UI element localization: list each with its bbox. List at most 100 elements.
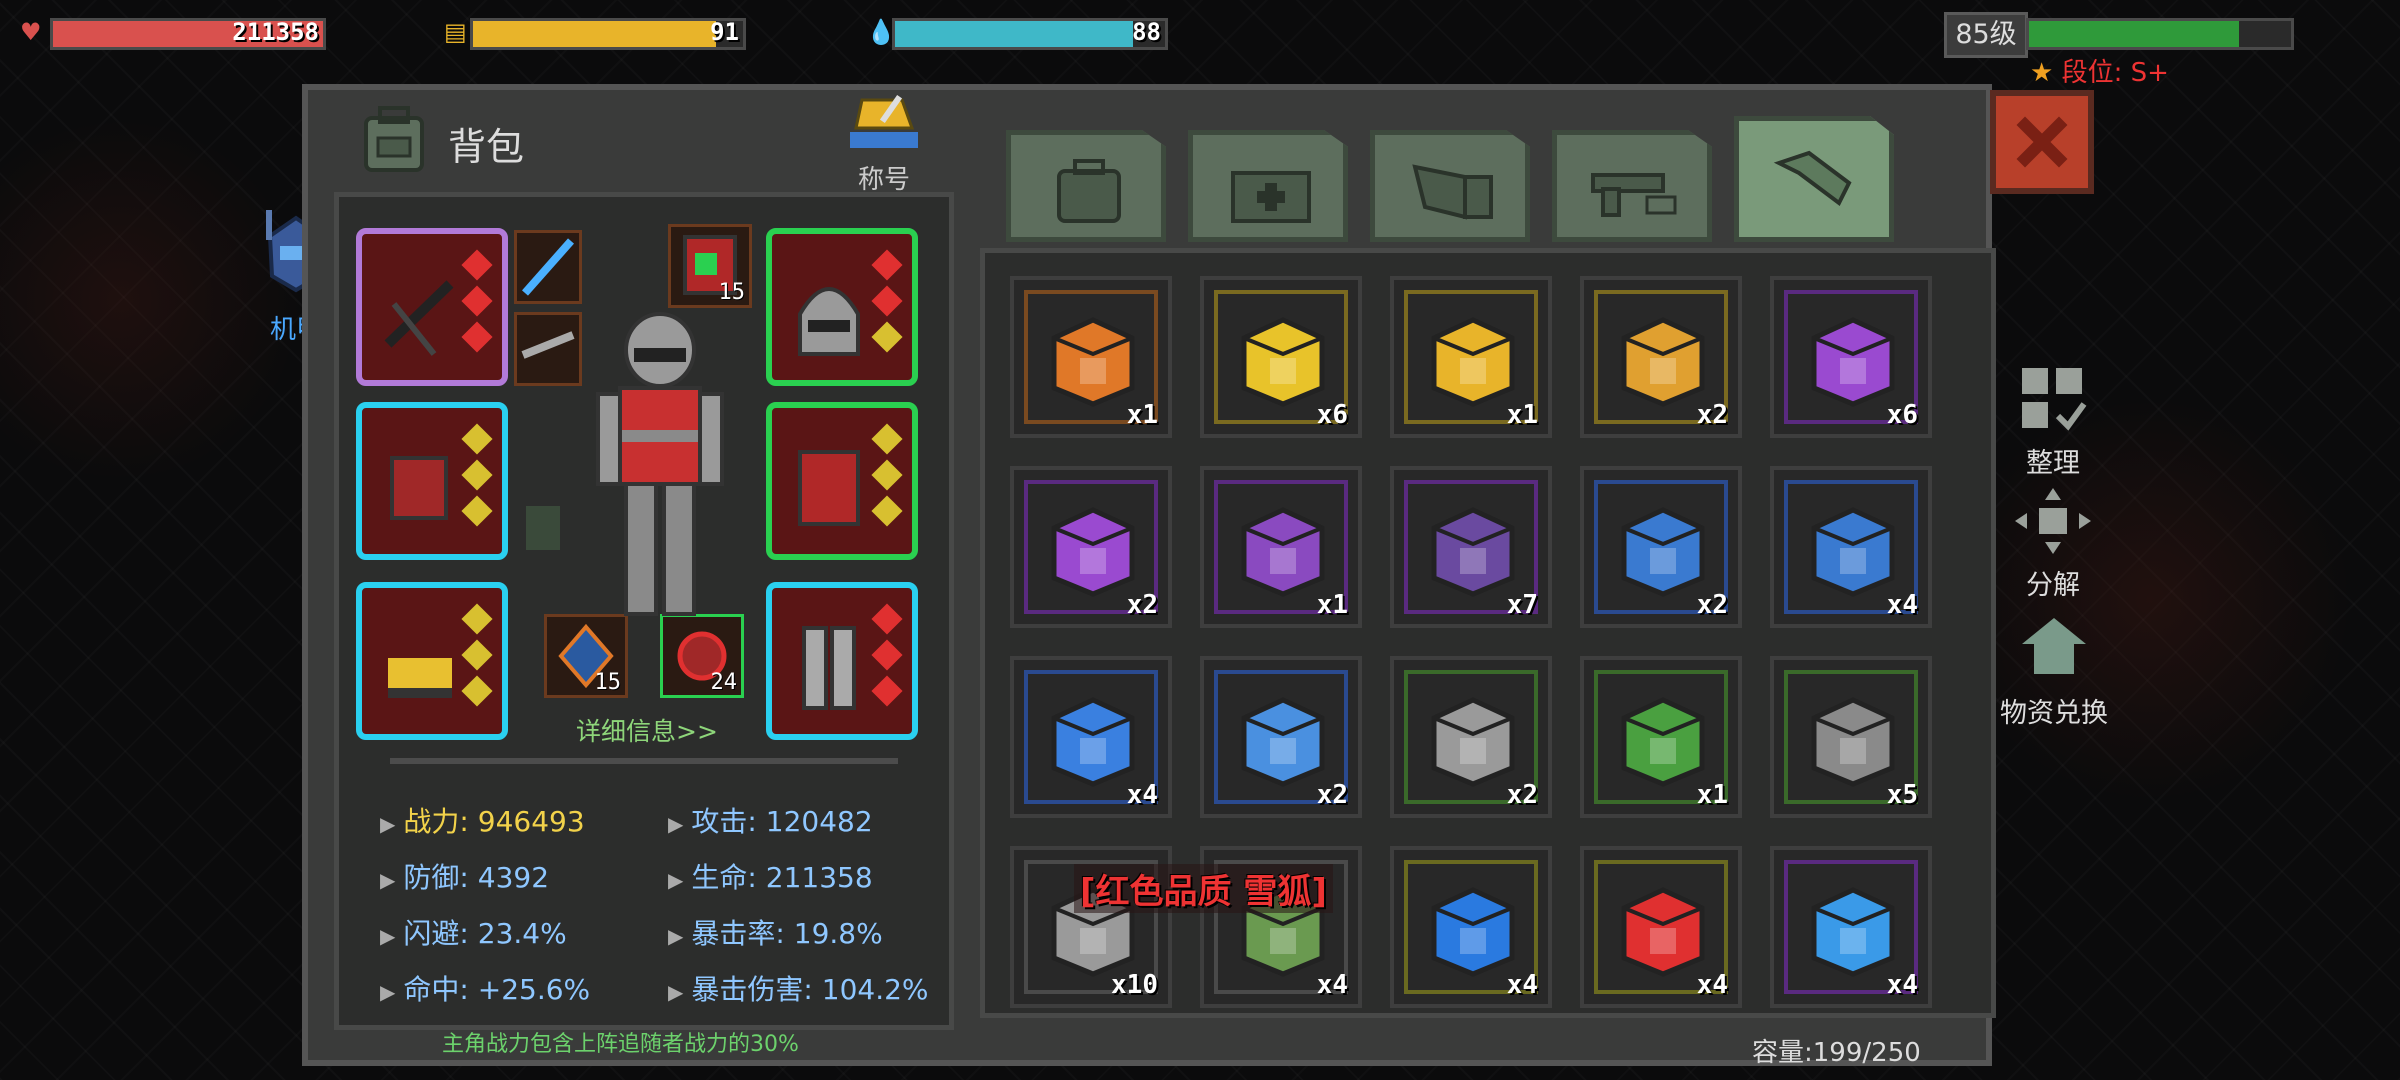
tab-materials[interactable]	[1734, 116, 1894, 242]
item-quantity: x6	[1316, 400, 1348, 430]
gem-icon	[461, 285, 493, 317]
boots-icon	[388, 658, 452, 698]
item-icon	[1431, 507, 1515, 597]
tab-medkit[interactable]	[1188, 130, 1348, 242]
equip-slot-gloves[interactable]	[356, 402, 508, 560]
close-button[interactable]	[1990, 90, 2094, 194]
item-icon	[1811, 507, 1895, 597]
inventory-slot[interactable]: x5	[1770, 656, 1932, 818]
sort-button[interactable]: 整理	[2000, 364, 2106, 480]
stat-defense: ▶ 防御: 4392	[380, 861, 550, 894]
chest-armor-icon	[798, 450, 860, 526]
gem-icon	[871, 321, 903, 353]
inventory-slot[interactable]: x6	[1200, 276, 1362, 438]
inventory-slot[interactable]: x1	[1200, 466, 1362, 628]
gem-icon	[461, 603, 493, 635]
food-value: 91	[710, 18, 739, 46]
level-badge: 85级	[1944, 12, 2028, 58]
equip-sub-sword[interactable]	[514, 230, 582, 304]
sort-grid-icon	[2022, 368, 2087, 431]
equip-sub-backpack[interactable]: 15	[668, 224, 752, 308]
dismantle-button[interactable]: 分解	[2000, 486, 2106, 602]
title-badge-button[interactable]: 称号	[842, 92, 926, 196]
rank-label: ★ 段位: S+	[2030, 52, 2169, 89]
exp-bar	[2026, 18, 2294, 50]
title-badge-label: 称号	[857, 165, 910, 195]
tab-weapons[interactable]	[1552, 130, 1712, 242]
inventory-slot[interactable]: x4	[1770, 846, 1932, 1008]
item-icon	[1241, 317, 1325, 407]
item-quantity: x10	[1111, 970, 1158, 1000]
hp-bar: 211358	[50, 18, 326, 50]
tab-armor[interactable]	[1370, 130, 1530, 242]
inventory-slot[interactable]: x2	[1580, 276, 1742, 438]
inventory-slot[interactable]: x1	[1390, 276, 1552, 438]
equip-slot-legs[interactable]	[766, 582, 918, 740]
inventory-slot[interactable]: x7	[1390, 466, 1552, 628]
stat-crit-rate: ▶ 暴击率: 19.8%	[668, 917, 883, 950]
item-icon	[1431, 697, 1515, 787]
equip-slot-armor[interactable]	[766, 402, 918, 560]
tab-backpack[interactable]	[1006, 130, 1166, 242]
exchange-label: 物资兑换	[2000, 698, 2108, 729]
item-quantity: x1	[1126, 400, 1158, 430]
crossbow-icon	[384, 280, 454, 356]
inventory-slot[interactable]: x1	[1010, 276, 1172, 438]
item-quantity: x4	[1316, 970, 1348, 1000]
gem-icon	[871, 249, 903, 281]
inventory-slot[interactable]: x2	[1200, 656, 1362, 818]
inventory-slot[interactable]: x2	[1580, 466, 1742, 628]
character-sprite	[596, 312, 724, 616]
inventory-slot[interactable]: x6	[1770, 276, 1932, 438]
power-footnote: 主角战力包含上阵追随者战力的30%	[442, 1032, 799, 1057]
item-quantity: x2	[1316, 780, 1348, 810]
gem-icon	[871, 495, 903, 527]
panel-title: 背包	[448, 125, 525, 169]
item-icon	[1811, 887, 1895, 977]
title-ribbon-icon	[850, 94, 918, 148]
item-quantity: x7	[1506, 590, 1538, 620]
stat-accuracy: ▶ 命中: +25.6%	[380, 973, 591, 1006]
equip-slot-weapon[interactable]	[356, 228, 508, 386]
inventory-slot[interactable]: x1	[1580, 656, 1742, 818]
item-quantity: x2	[1126, 590, 1158, 620]
stat-hp: ▶ 生命: 211358	[668, 861, 873, 894]
leg-armor-icon	[802, 626, 856, 710]
item-quantity: x6	[1886, 400, 1918, 430]
capacity-label: 容量:199/250	[1752, 1038, 1921, 1068]
item-icon	[1241, 507, 1325, 597]
medkit-icon	[1231, 171, 1311, 223]
inventory-slot[interactable]: x2	[1390, 656, 1552, 818]
detail-info-link[interactable]: 详细信息>>	[576, 712, 718, 748]
inventory-slot[interactable]: x4	[1580, 846, 1742, 1008]
gun-icon	[1591, 173, 1677, 217]
item-icon	[1431, 317, 1515, 407]
item-quantity: x5	[1886, 780, 1918, 810]
equip-slot-helmet[interactable]	[766, 228, 918, 386]
gem-icon	[461, 423, 493, 455]
item-icon	[1241, 697, 1325, 787]
food-icon: ▤	[444, 18, 467, 46]
gem-icon	[461, 459, 493, 491]
inventory-slot[interactable]: x4	[1010, 656, 1172, 818]
inventory-slot[interactable]: x4	[1390, 846, 1552, 1008]
sort-label: 整理	[2026, 448, 2080, 479]
rank-text: 段位: S+	[2061, 58, 2169, 88]
item-tooltip: [红色品质 雪狐]	[1074, 864, 1333, 913]
item-quantity: x2	[1696, 400, 1728, 430]
gem-icon	[871, 285, 903, 317]
gem-icon	[461, 639, 493, 671]
dismantle-label: 分解	[2026, 570, 2080, 601]
exchange-button[interactable]: 物资兑换	[1990, 614, 2118, 730]
inventory-slot[interactable]: x2	[1010, 466, 1172, 628]
item-icon	[1051, 317, 1135, 407]
gem-icon	[871, 639, 903, 671]
stats-divider	[390, 758, 898, 764]
equip-sub-gun[interactable]	[514, 312, 582, 386]
helmet-icon	[798, 287, 860, 356]
item-icon	[1811, 317, 1895, 407]
item-quantity: x4	[1886, 970, 1918, 1000]
gem-icon	[461, 675, 493, 707]
inventory-slot[interactable]: x4	[1770, 466, 1932, 628]
equip-slot-boots[interactable]	[356, 582, 508, 740]
